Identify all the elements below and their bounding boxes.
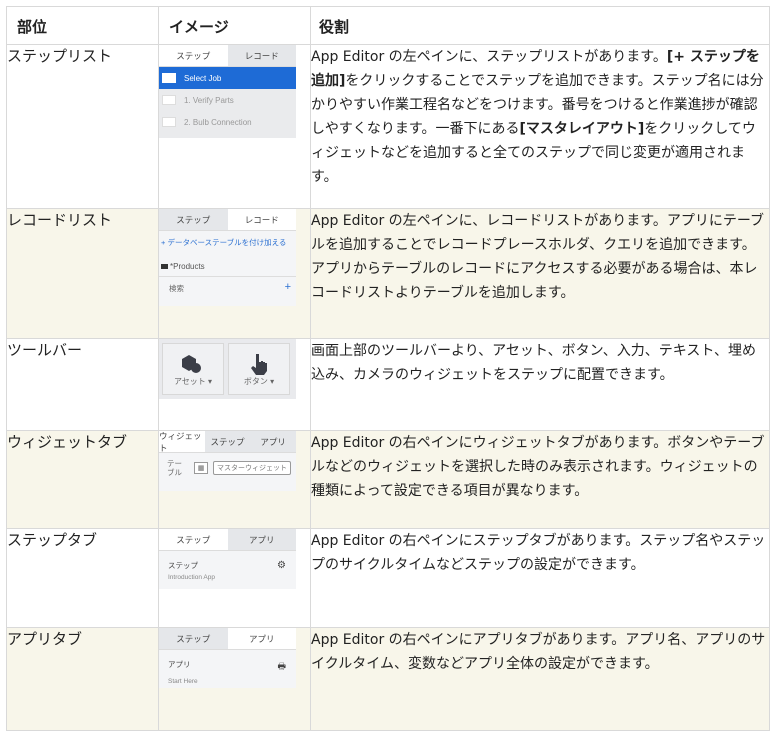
tab-records: レコード xyxy=(227,45,296,66)
image-cell: ステップ レコード Select Job 1. Verify Parts 2. … xyxy=(158,44,311,209)
gear-icon: ⚙ xyxy=(277,560,286,571)
part-cell: レコードリスト xyxy=(6,208,159,339)
step-item: 1. Verify Parts xyxy=(159,89,296,111)
widget-icon: ▦ xyxy=(194,462,208,474)
image-cell: ステップ レコード + データベーステーブルを付け加える *Products 検… xyxy=(158,208,311,339)
header-image: イメージ xyxy=(158,6,311,45)
app-name-text: Introduction App xyxy=(168,574,215,581)
header-role: 役割 xyxy=(310,6,770,45)
part-cell: ステップリスト xyxy=(6,44,159,209)
image-cell: ステップ アプリ アプリ 🖶 Start Here xyxy=(158,627,311,731)
role-cell: App Editor の右ペインにステップタブがあります。ステップ名やステップの… xyxy=(310,528,770,628)
widget-type-label: テーブル xyxy=(167,459,182,477)
tab-steps: ステップ xyxy=(159,209,228,230)
table-row: ウィジェットタブ ウィジェット ステップ アプリ テーブル ▦ マスターウィジェ… xyxy=(6,430,770,529)
image-cell: ステップ アプリ ステップ ⚙ Introduction App xyxy=(158,528,311,628)
widget-tab-preview: ウィジェット ステップ アプリ テーブル ▦ マスターウィジェット xyxy=(159,431,297,491)
printer-icon: 🖶 xyxy=(277,661,287,671)
role-cell: App Editor の左ペインに、レコードリストがあります。アプリにテーブルを… xyxy=(310,208,770,339)
part-cell: ツールバー xyxy=(6,338,159,431)
tab-widget: ウィジェット xyxy=(159,431,205,453)
step-name-label: ステップ xyxy=(168,561,198,570)
part-cell: ウィジェットタブ xyxy=(6,430,159,529)
role-cell: App Editor の右ペインにウィジェットタブがあります。ボタンやテーブルな… xyxy=(310,430,770,529)
table-row: ステップタブ ステップ アプリ ステップ ⚙ Introduction App A… xyxy=(6,528,770,628)
step-item: Select Job xyxy=(159,67,296,89)
step-item: 2. Bulb Connection xyxy=(159,111,296,133)
tab-app: アプリ xyxy=(227,628,296,649)
role-cell: 画面上部のツールバーより、アセット、ボタン、入力、テキスト、埋め込み、カメラのウ… xyxy=(310,338,770,431)
table-row: ツールバー アセット ▾ ボタン ▾ 画面上部のツールバーより、アセット、ボタン… xyxy=(6,338,770,431)
tab-steps: ステップ xyxy=(159,529,228,550)
app-tab-preview: ステップ アプリ アプリ 🖶 Start Here xyxy=(159,628,296,688)
tab-app: アプリ xyxy=(250,431,297,452)
button-button-preview: ボタン ▾ xyxy=(228,343,290,395)
plus-icon: + xyxy=(284,281,291,293)
tab-steps: ステップ xyxy=(159,628,228,649)
image-cell: ウィジェット ステップ アプリ テーブル ▦ マスターウィジェット xyxy=(158,430,311,529)
role-cell: App Editor の左ペインに、ステップリストがあります。[+ ステップを追… xyxy=(310,44,770,209)
add-table-link: + データベーステーブルを付け加える xyxy=(161,238,287,247)
hand-pointer-icon xyxy=(250,352,268,376)
table-icon xyxy=(161,264,168,269)
app-name-label: アプリ xyxy=(168,660,191,669)
master-widget-button: マスターウィジェット xyxy=(213,461,291,475)
header-part: 部位 xyxy=(6,6,159,45)
tab-steps: ステップ xyxy=(204,431,251,452)
tab-steps: ステップ xyxy=(159,45,228,66)
shapes-icon xyxy=(182,352,204,376)
table-row: アプリタブ ステップ アプリ アプリ 🖶 Start Here App Edito… xyxy=(6,627,770,731)
table-row: レコードリスト ステップ レコード + データベーステーブルを付け加える *Pr… xyxy=(6,208,770,339)
search-row: 検索 + xyxy=(169,281,291,294)
tab-records: レコード xyxy=(227,209,296,230)
record-list-preview: ステップ レコード + データベーステーブルを付け加える *Products 検… xyxy=(159,209,296,306)
table-row: ステップリスト ステップ レコード Select Job 1. Verify P… xyxy=(6,44,770,209)
tab-app: アプリ xyxy=(227,529,296,550)
app-sub-text: Start Here xyxy=(168,678,198,685)
step-tab-preview: ステップ アプリ ステップ ⚙ Introduction App xyxy=(159,529,296,589)
step-list-preview: ステップ レコード Select Job 1. Verify Parts 2. … xyxy=(159,45,296,138)
table-entry: *Products xyxy=(159,249,296,277)
feature-table: 部位 イメージ 役割 ステップリスト ステップ レコード Select Job … xyxy=(6,6,770,731)
part-cell: ステップタブ xyxy=(6,528,159,628)
role-cell: App Editor の右ペインにアプリタブがあります。アプリ名、アプリのサイク… xyxy=(310,627,770,731)
asset-button-preview: アセット ▾ xyxy=(162,343,224,395)
toolbar-preview: アセット ▾ ボタン ▾ xyxy=(159,339,296,399)
header-row: 部位 イメージ 役割 xyxy=(6,6,770,45)
image-cell: アセット ▾ ボタン ▾ xyxy=(158,338,311,431)
part-cell: アプリタブ xyxy=(6,627,159,731)
